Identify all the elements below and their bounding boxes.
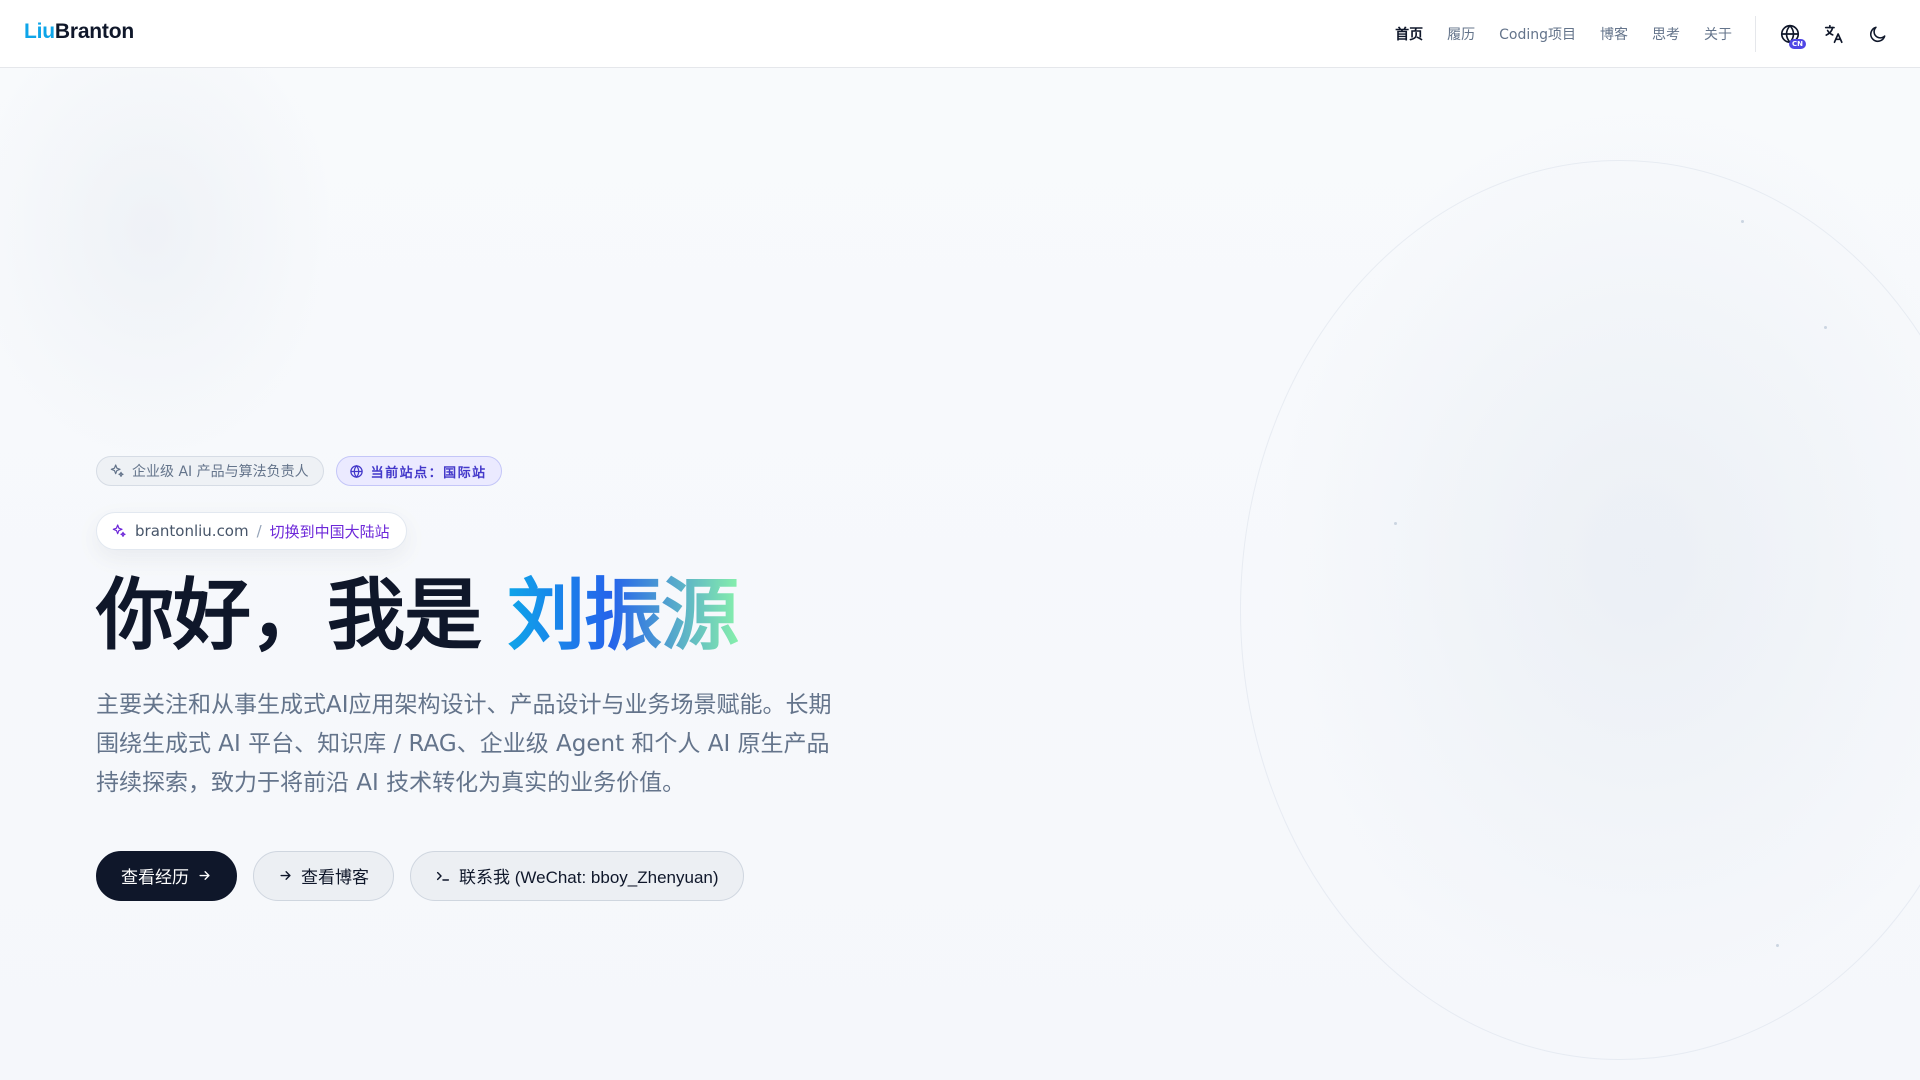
nav-thoughts[interactable]: 思考	[1652, 24, 1680, 44]
theme-toggle-button[interactable]	[1866, 22, 1890, 46]
hero-badges: 企业级 AI 产品与算法负责人 当前站点：国际站	[96, 456, 896, 486]
nav-divider	[1755, 16, 1756, 52]
hero-description: 主要关注和从事生成式AI应用架构设计、产品设计与业务场景赋能。长期 围绕生成式 …	[96, 686, 886, 803]
arrow-right-icon	[280, 871, 291, 881]
switch-to-china-link[interactable]: 切换到中国大陆站	[270, 521, 390, 542]
hero-title-prefix: 你好，我是	[96, 571, 508, 661]
view-resume-label: 查看经历	[121, 868, 189, 888]
contact-label: 联系我 (WeChat: bboy_Zhenyuan)	[459, 868, 719, 888]
logo-part-branton: Branton	[54, 20, 134, 43]
decorative-dot	[1394, 522, 1397, 525]
role-badge-text: 企业级 AI 产品与算法负责人	[132, 464, 309, 480]
decorative-dot	[1776, 944, 1779, 947]
hero-title-name: 刘振源	[507, 571, 739, 661]
current-site-badge: 当前站点：国际站	[335, 456, 502, 486]
globe-icon	[349, 464, 363, 478]
site-separator: /	[256, 522, 262, 540]
decorative-dot	[1824, 326, 1827, 329]
nav-coding-projects[interactable]: Coding项目	[1499, 24, 1576, 44]
view-blog-label: 查看博客	[301, 868, 369, 888]
site-domain: brantonliu.com	[135, 522, 249, 540]
role-badge: 企业级 AI 产品与算法负责人	[96, 456, 324, 486]
contact-button[interactable]: 联系我 (WeChat: bboy_Zhenyuan)	[410, 850, 744, 901]
hero-actions: 查看经历 查看博客 联系我 (WeChat: bboy_Zhenyuan)	[96, 850, 896, 901]
translate-button[interactable]	[1822, 22, 1846, 46]
description-line: 主要关注和从事生成式AI应用架构设计、产品设计与业务场景赋能。长期	[96, 691, 832, 718]
sparkles-icon	[112, 524, 126, 537]
site-switcher: brantonliu.com / 切换到中国大陆站	[96, 512, 407, 550]
translate-icon	[1824, 24, 1843, 44]
view-blog-button[interactable]: 查看博客	[253, 850, 394, 901]
current-site-text: 当前站点：国际站	[370, 465, 487, 481]
logo-part-liu: Liu	[24, 20, 55, 43]
moon-icon	[1870, 26, 1886, 42]
arrow-right-icon	[199, 871, 210, 881]
top-navbar: LiuBranton 首页 履历 Coding项目 博客 思考 关于 CN	[0, 0, 1920, 68]
nav-resume[interactable]: 履历	[1447, 24, 1475, 44]
region-badge: CN	[1789, 39, 1806, 49]
nav-about[interactable]: 关于	[1704, 24, 1732, 44]
nav-blog[interactable]: 博客	[1600, 24, 1628, 44]
view-resume-button[interactable]: 查看经历	[96, 850, 237, 901]
hero-section: 企业级 AI 产品与算法负责人 当前站点：国际站 brantonliu.com …	[96, 456, 896, 901]
description-line: 围绕生成式 AI 平台、知识库 / RAG、企业级 Agent 和个人 AI 原…	[96, 730, 830, 757]
terminal-icon	[436, 871, 450, 881]
sparkles-icon	[110, 464, 124, 477]
globe-region-button[interactable]: CN	[1778, 22, 1806, 49]
main-menu: 首页 履历 Coding项目 博客 思考 关于	[1395, 0, 1732, 68]
decorative-dot	[1741, 220, 1744, 223]
site-logo[interactable]: LiuBranton	[24, 20, 134, 44]
hero-title: 你好，我是 刘振源	[96, 571, 896, 661]
description-line: 持续探索，致力于将前沿 AI 技术转化为真实的业务价值。	[96, 769, 686, 796]
nav-home[interactable]: 首页	[1395, 24, 1423, 44]
